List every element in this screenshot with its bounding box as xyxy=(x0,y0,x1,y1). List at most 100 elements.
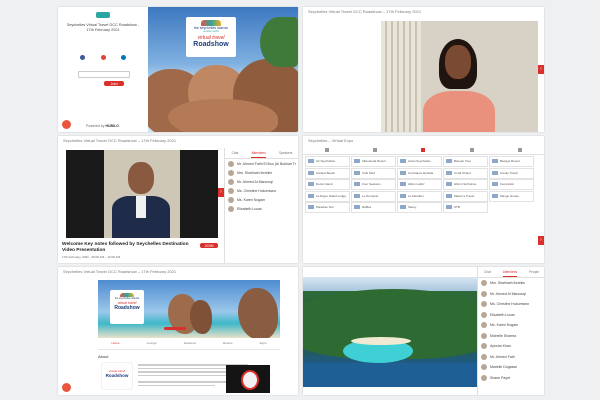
exhibitor-logo-icon xyxy=(446,159,452,164)
exhibitor-booth[interactable]: Four Seasons xyxy=(351,179,396,190)
exhibitor-booth[interactable]: Savoy xyxy=(397,202,442,213)
tab-chat[interactable]: Chat xyxy=(232,148,239,158)
tab-speakers[interactable]: Speakers xyxy=(279,148,292,158)
exhibitor-name: Paradise Sun xyxy=(316,205,335,209)
exhibitor-booth[interactable]: Kempinski xyxy=(489,179,534,190)
exhibitor-booth[interactable]: Coral Strand xyxy=(443,167,488,179)
powered-by: Powered by HUBILO xyxy=(86,124,119,128)
nav-expo[interactable]: Expo xyxy=(260,341,267,349)
aerial-video-frame[interactable] xyxy=(303,277,477,387)
avatar xyxy=(228,169,234,176)
exhibitor-booth[interactable]: Constance Ephelia xyxy=(397,167,442,179)
linkedin-icon[interactable] xyxy=(121,55,126,60)
attendee-sidebar: Chat Attendees People Mrs. Shahinah Ibra… xyxy=(477,267,544,395)
exhibitor-logo-icon xyxy=(354,159,360,164)
avatar xyxy=(481,353,487,360)
event-nav: Home Lounge Sessions Rooms Expo xyxy=(98,341,280,350)
nav-lounge[interactable]: Lounge xyxy=(147,341,157,349)
exhibitor-booth[interactable]: Berjaya Resort xyxy=(489,156,534,167)
avatar xyxy=(481,290,487,297)
exhibitor-booth[interactable]: Avani Seychelles xyxy=(397,156,442,167)
exhibitor-name: Kempinski xyxy=(500,182,514,186)
exhibitor-booth[interactable]: Hilton Labriz xyxy=(397,179,442,190)
nav-home[interactable]: Home xyxy=(112,341,120,349)
email-input[interactable] xyxy=(78,71,130,78)
side-panel-toggle-icon[interactable]: ‹ xyxy=(538,65,544,74)
exhibitor-name: Le Meridien xyxy=(408,193,424,198)
exhibitor-name: Le Domaine xyxy=(362,193,379,198)
avatar xyxy=(228,187,234,194)
list-item[interactable]: Ms. Christine Hukumwew xyxy=(478,299,544,310)
list-item[interactable]: Mr. Ahmed Al Marzouqi xyxy=(478,289,544,300)
exhibitor-booth[interactable]: Carana Beach xyxy=(305,167,350,179)
exhibitor-booth[interactable]: Allamanda Resort xyxy=(351,156,396,167)
help-chat-icon[interactable] xyxy=(62,120,71,129)
tab-attendees[interactable]: Attendees xyxy=(502,267,518,277)
exhibitor-booth[interactable]: Air Seychelles xyxy=(305,156,350,167)
list-item[interactable]: Mr. Ahmed Al Marzouqi xyxy=(225,177,298,186)
sessions-icon[interactable] xyxy=(469,148,474,152)
list-item[interactable]: Michelle Sharma xyxy=(478,331,544,342)
avatar xyxy=(228,160,234,167)
exhibitor-logo-icon xyxy=(354,193,360,198)
people-icon[interactable] xyxy=(517,148,522,152)
exhibitor-booth[interactable]: Mango House xyxy=(489,190,534,202)
list-item[interactable]: Ms. Karen Nogam xyxy=(478,320,544,331)
exhibitor-logo-icon xyxy=(354,170,360,175)
tab-people[interactable]: People xyxy=(529,267,539,277)
list-item[interactable]: Marielle Dugasse xyxy=(478,362,544,373)
video-frame[interactable] xyxy=(381,21,538,132)
welcome-video-thumbnail[interactable] xyxy=(226,365,270,393)
exhibitor-booth[interactable]: Raffles xyxy=(351,202,396,213)
attendee-sidebar: Chat Attendees Speakers Mr. Ahmed Fathi … xyxy=(224,148,298,263)
exhibitor-booth[interactable]: Mason's Travel xyxy=(443,190,488,202)
about-label: About xyxy=(98,354,109,359)
exhibitor-logo-icon xyxy=(492,193,498,198)
exhibitor-name: Hilton Labriz xyxy=(408,182,425,186)
exhibitor-name: Banyan Tree xyxy=(454,159,472,163)
list-item[interactable]: Elisabeth Lucas xyxy=(478,310,544,321)
list-item[interactable]: Ms. Karen Nogam xyxy=(225,195,298,204)
avatar xyxy=(481,343,487,350)
exhibitor-logo-icon xyxy=(400,159,406,164)
exhibitor-logo-icon xyxy=(400,182,406,187)
nav-sessions[interactable]: Sessions xyxy=(184,341,196,349)
expo-icon[interactable] xyxy=(421,148,426,152)
exhibitor-booth[interactable]: Le Domaine xyxy=(351,190,396,202)
avatar xyxy=(481,364,487,371)
join-button[interactable]: Join xyxy=(104,81,124,86)
session-join-button[interactable]: JOIN xyxy=(200,243,218,248)
expo-scroll-icon[interactable]: › xyxy=(538,236,544,245)
exhibitor-booth[interactable]: STB xyxy=(443,202,488,213)
speaker-face xyxy=(445,45,471,79)
list-item[interactable]: Ayesha Khan xyxy=(478,341,544,352)
list-item[interactable]: Ms. Christine Hukumwew xyxy=(225,186,298,195)
tab-attendees[interactable]: Attendees xyxy=(251,148,266,158)
help-chat-icon[interactable] xyxy=(62,383,71,392)
list-item[interactable]: Mrs. Shahinah Ibrahim xyxy=(478,278,544,289)
avatar xyxy=(228,196,234,203)
list-item[interactable]: Shane Payet xyxy=(478,373,544,384)
list-item[interactable]: Elisabeth Lucas xyxy=(225,204,298,213)
expo-toolbar xyxy=(303,146,544,155)
home-icon[interactable] xyxy=(325,148,330,152)
exhibitor-booth[interactable]: La Digue Island Lodge xyxy=(305,190,350,202)
exhibitor-booth[interactable]: Le Meridien xyxy=(397,190,442,202)
event-title: Seychelles Virtual Travel GCC Roadshow - xyxy=(66,23,140,27)
event-date: 17th February 2021 xyxy=(86,28,120,32)
session-video[interactable] xyxy=(66,150,218,238)
exhibitor-booth[interactable]: Hilton Northolme xyxy=(443,179,488,190)
tab-chat[interactable]: Chat xyxy=(484,267,491,277)
exhibitor-booth[interactable]: Banyan Tree xyxy=(443,156,488,167)
exhibitor-booth[interactable]: Creole Travel xyxy=(489,167,534,179)
exhibitor-booth[interactable]: Denis Island xyxy=(305,179,350,190)
list-item[interactable]: Mr. Ahmed Fathi El Bou (Al Bukhari Trave… xyxy=(225,159,298,168)
nav-rooms[interactable]: Rooms xyxy=(223,341,233,349)
exhibitor-booth[interactable]: Paradise Sun xyxy=(305,202,350,213)
exhibitor-booth[interactable]: Club Med xyxy=(351,167,396,179)
list-item[interactable]: Mrs. Shahinah Ibrahim xyxy=(225,168,298,177)
google-icon[interactable] xyxy=(100,55,106,60)
facebook-icon[interactable] xyxy=(80,55,85,60)
lounge-icon[interactable] xyxy=(373,148,378,152)
list-item[interactable]: Mr. Ahmed Fathi xyxy=(478,352,544,363)
